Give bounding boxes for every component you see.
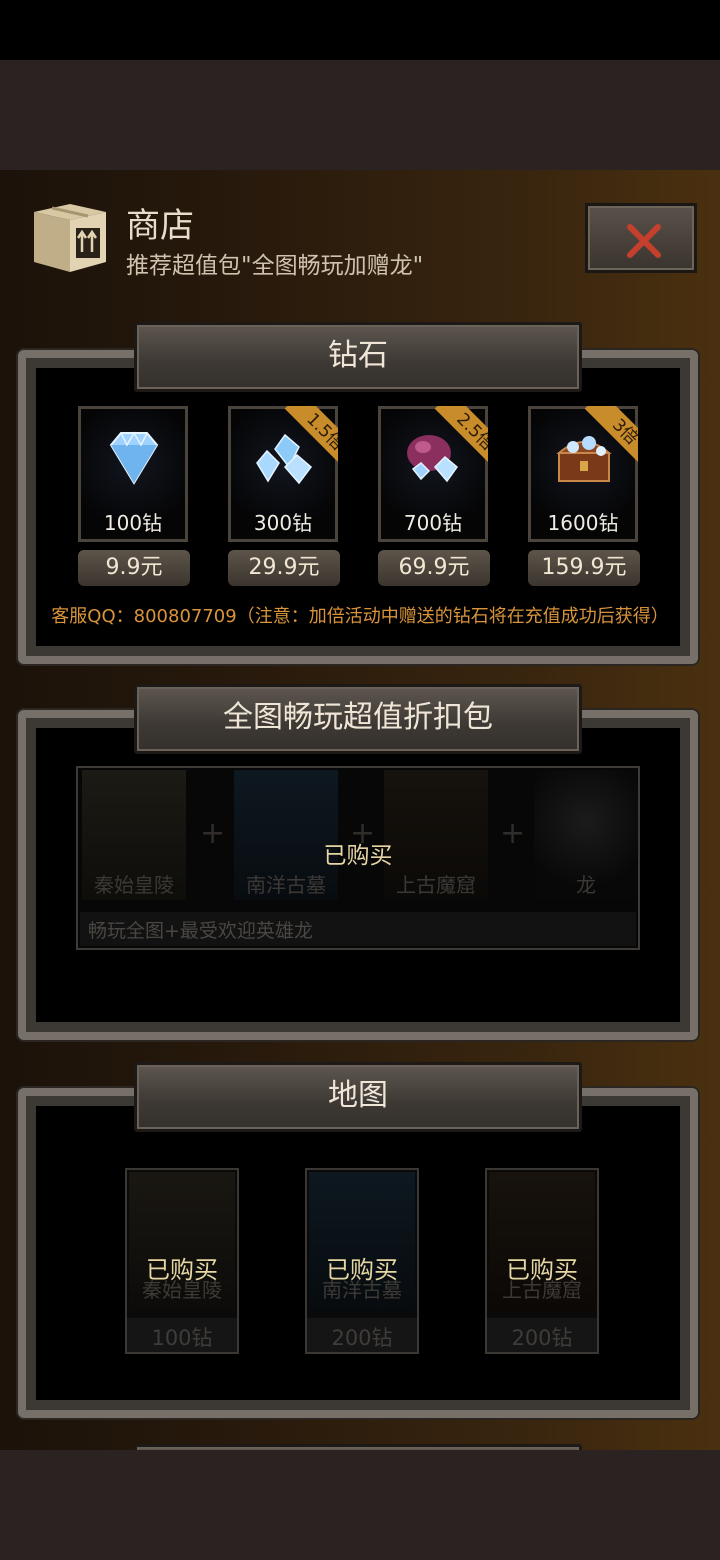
map-bought-label: 已购买 bbox=[146, 1256, 218, 1284]
status-bar bbox=[0, 0, 720, 60]
bundle-thumb-shanggu: 上古魔窟 bbox=[384, 770, 488, 900]
bundle-thumb-nanyang: 南洋古墓 bbox=[234, 770, 338, 900]
diamond-amount: 700钻 bbox=[403, 511, 463, 535]
shop-dialog: 商店 推荐超值包"全图畅玩加赠龙" 钻石 100钻 300钻 1.5倍 700钻… bbox=[0, 170, 720, 1450]
diamonds-panel-title: 钻石 bbox=[134, 322, 582, 392]
map-bought-label: 已购买 bbox=[326, 1256, 398, 1284]
map-card-nanyang[interactable]: 南洋古墓 已购买 200钻 bbox=[305, 1168, 419, 1354]
bundle-panel-title: 全图畅玩超值折扣包 bbox=[134, 684, 582, 754]
bundle-description-strip: 畅玩全图+最受欢迎英雄龙 bbox=[80, 912, 636, 946]
bundle-thumb-dragon-hero: 龙 bbox=[534, 770, 638, 900]
diamond-pack-700[interactable]: 700钻 2.5倍 bbox=[378, 406, 488, 542]
diamond-icon bbox=[109, 431, 159, 485]
map-price: 100钻 bbox=[151, 1326, 213, 1350]
cardboard-box-icon bbox=[30, 202, 108, 274]
diamond-pack-1600[interactable]: 1600钻 3倍 bbox=[528, 406, 638, 542]
bundle-description: 畅玩全图+最受欢迎英雄龙 bbox=[88, 920, 313, 942]
price-button-700[interactable]: 69.9元 bbox=[378, 550, 490, 586]
price-button-1600[interactable]: 159.9元 bbox=[528, 550, 640, 586]
shop-header: 商店 推荐超值包"全图畅玩加赠龙" bbox=[0, 170, 720, 310]
diamond-amount: 1600钻 bbox=[547, 511, 619, 535]
bonus-ribbon: 1.5倍 bbox=[274, 406, 338, 470]
diamond-pack-100[interactable]: 100钻 bbox=[78, 406, 188, 542]
maps-panel-title: 地图 bbox=[134, 1062, 582, 1132]
bundle-thumb-qin: 秦始皇陵 bbox=[82, 770, 186, 900]
shop-subtitle: 推荐超值包"全图畅玩加赠龙" bbox=[126, 253, 424, 279]
map-price: 200钻 bbox=[331, 1326, 393, 1350]
close-button[interactable] bbox=[585, 203, 697, 273]
diamond-amount: 300钻 bbox=[253, 511, 313, 535]
close-x-icon bbox=[627, 224, 661, 258]
shop-title: 商店 bbox=[126, 206, 194, 246]
price-button-100[interactable]: 9.9元 bbox=[78, 550, 190, 586]
bonus-ribbon: 2.5倍 bbox=[424, 406, 488, 470]
customer-service-notice: 客服QQ：800807709（注意：加倍活动中赠送的钻石将在充值成功后获得） bbox=[51, 606, 669, 627]
price-button-300[interactable]: 29.9元 bbox=[228, 550, 340, 586]
map-card-shanggu[interactable]: 上古魔窟 已购买 200钻 bbox=[485, 1168, 599, 1354]
bundle-bought-label: 已购买 bbox=[323, 843, 393, 869]
map-bought-label: 已购买 bbox=[506, 1256, 578, 1284]
map-card-qin[interactable]: 秦始皇陵 已购买 100钻 bbox=[125, 1168, 239, 1354]
diamond-pack-300[interactable]: 300钻 1.5倍 bbox=[228, 406, 338, 542]
top-backdrop bbox=[0, 60, 720, 170]
map-price: 200钻 bbox=[511, 1326, 573, 1350]
bundle-card[interactable]: 秦始皇陵 + 南洋古墓 + 上古魔窟 + 龙 已购买 畅玩全图+最受欢迎英雄龙 bbox=[76, 766, 640, 950]
bonus-ribbon: 3倍 bbox=[574, 406, 638, 470]
bottom-backdrop bbox=[0, 1450, 720, 1560]
diamond-amount: 100钻 bbox=[103, 511, 163, 535]
